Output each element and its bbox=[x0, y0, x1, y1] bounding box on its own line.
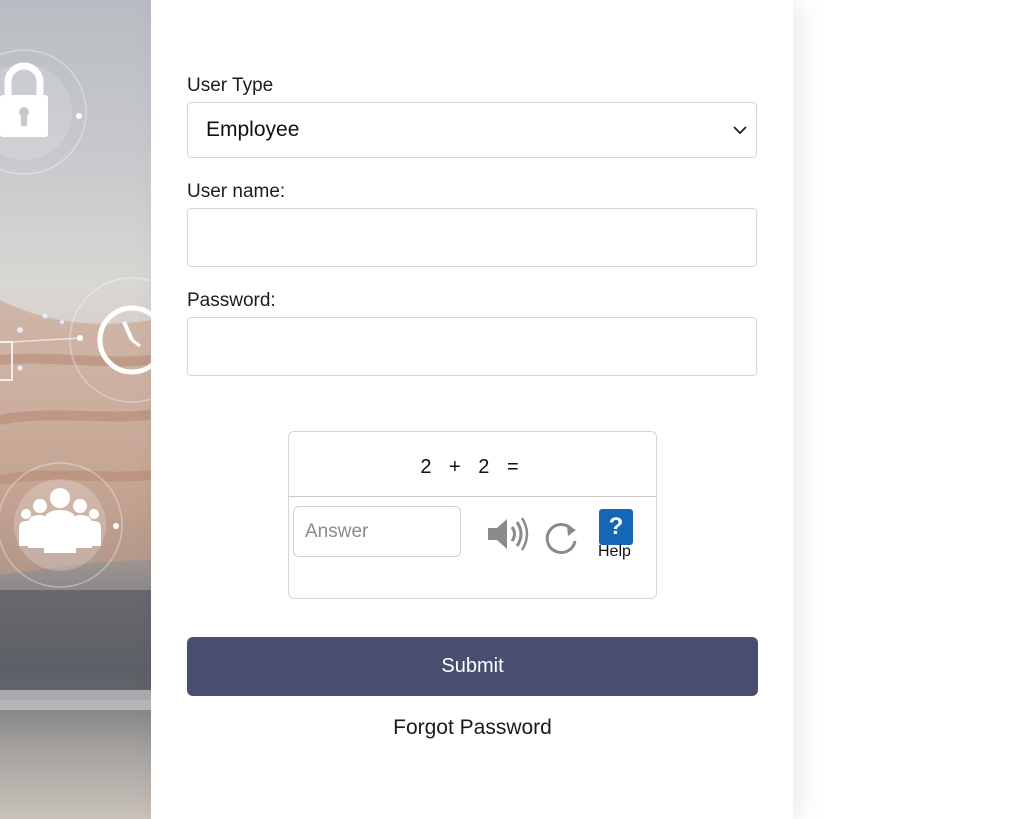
user-type-value: Employee bbox=[206, 118, 300, 141]
refresh-icon[interactable] bbox=[542, 519, 582, 555]
speaker-icon[interactable] bbox=[486, 516, 530, 552]
username-input[interactable] bbox=[187, 208, 757, 267]
help-icon[interactable]: ? bbox=[599, 509, 633, 545]
captcha-question: 2 + 2 = bbox=[289, 432, 656, 497]
forgot-password-link[interactable]: Forgot Password bbox=[187, 716, 758, 740]
captcha-answer-input[interactable] bbox=[293, 506, 461, 557]
login-page: User Type Employee User name: Password: … bbox=[0, 0, 1024, 819]
hero-image bbox=[0, 0, 151, 819]
submit-button[interactable]: Submit bbox=[187, 637, 758, 696]
username-label: User name: bbox=[187, 181, 286, 202]
captcha-box: 2 + 2 = ? Help bbox=[288, 431, 657, 599]
login-card: User Type Employee User name: Password: … bbox=[151, 0, 793, 819]
password-input[interactable] bbox=[187, 317, 757, 376]
password-label: Password: bbox=[187, 290, 276, 311]
user-type-label: User Type bbox=[187, 75, 274, 96]
user-type-select[interactable]: Employee bbox=[187, 102, 757, 158]
chevron-down-icon bbox=[733, 126, 747, 135]
help-label[interactable]: Help bbox=[598, 543, 631, 561]
